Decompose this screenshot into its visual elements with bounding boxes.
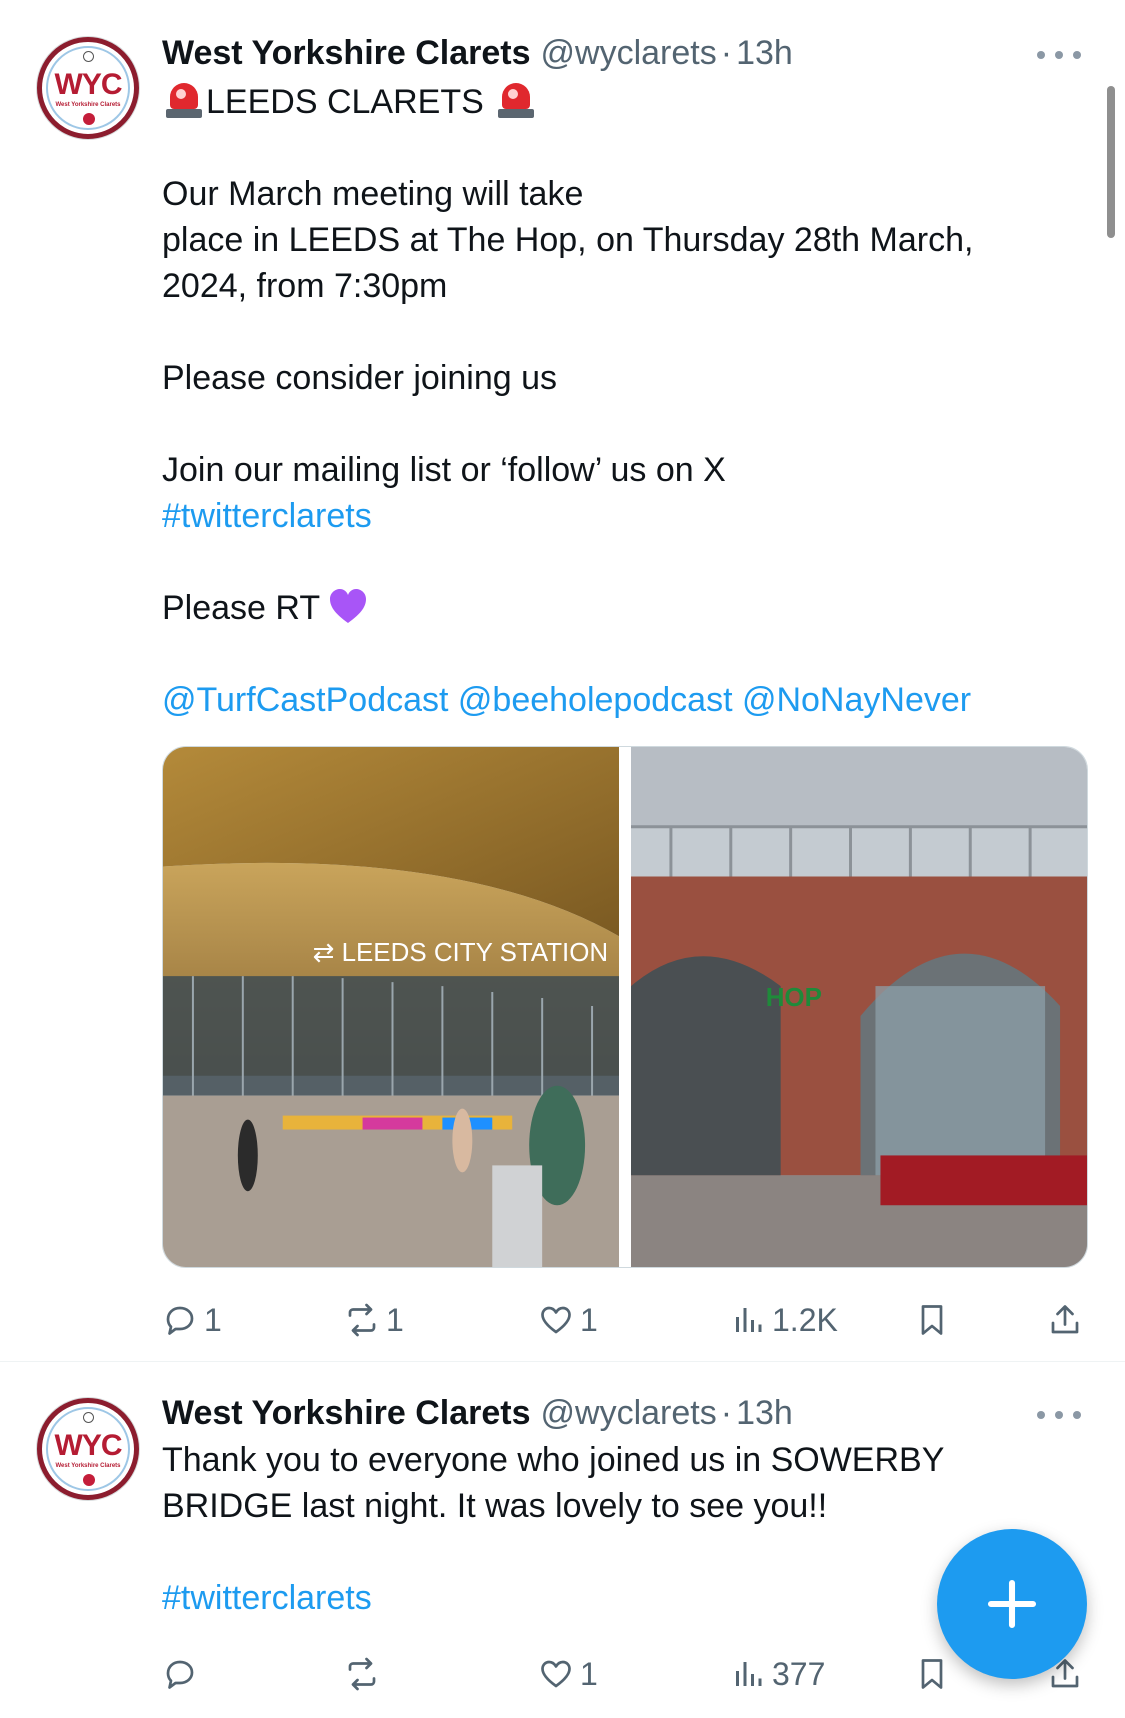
- heart-icon: [541, 1306, 571, 1334]
- text-line: Please consider joining us: [162, 359, 558, 397]
- author-handle[interactable]: @wyclarets: [541, 1394, 717, 1432]
- separator: ·: [720, 34, 733, 72]
- scrollbar[interactable]: [1107, 86, 1115, 238]
- reply-button[interactable]: 1: [162, 1295, 222, 1345]
- text-line: Please RT: [162, 585, 1062, 631]
- avatar-logo-subtext: West Yorkshire Clarets: [55, 1463, 121, 1469]
- leeds-station-image: ⇄ LEEDS CITY STATION: [163, 747, 619, 1267]
- tweet-header: West Yorkshire Clarets @wyclarets · 13h: [162, 30, 793, 76]
- text-line: Join our mailing list or ‘follow’ us on …: [162, 451, 726, 489]
- tweet-text: LEEDS CLARETS Our March meeting will tak…: [162, 79, 1062, 723]
- text-line: Our March meeting will take: [162, 175, 584, 213]
- author-name[interactable]: West Yorkshire Clarets: [162, 1394, 531, 1432]
- bookmark-button[interactable]: [914, 1649, 956, 1699]
- repost-icon: [348, 1657, 376, 1691]
- rose-emblem-icon: [83, 1412, 94, 1423]
- more-options-button[interactable]: [1037, 1408, 1081, 1422]
- more-icon: [1073, 51, 1081, 59]
- timestamp[interactable]: 13h: [736, 1394, 793, 1432]
- red-rose-icon: [83, 113, 95, 125]
- hashtag-link[interactable]: #twitterclarets: [162, 1575, 1062, 1621]
- heart-icon: [541, 1660, 571, 1688]
- rose-emblem-icon: [83, 51, 94, 62]
- reply-button[interactable]: [162, 1649, 204, 1699]
- text-line: BRIDGE last night. It was lovely to see …: [162, 1487, 828, 1525]
- tweet-header: West Yorkshire Clarets @wyclarets · 13h: [162, 1390, 793, 1436]
- avatar[interactable]: WYC West Yorkshire Clarets: [37, 37, 139, 139]
- views-count: 377: [772, 1655, 826, 1692]
- text-line: LEEDS CLARETS: [162, 79, 1062, 125]
- avatar[interactable]: WYC West Yorkshire Clarets: [37, 1398, 139, 1500]
- tweet-headline: LEEDS CLARETS: [206, 83, 484, 121]
- views-icon: [736, 1308, 762, 1332]
- like-count: 1: [580, 1301, 598, 1338]
- like-button[interactable]: 1: [538, 1295, 598, 1345]
- tweet[interactable]: WYC West Yorkshire Clarets West Yorkshir…: [0, 0, 1125, 1362]
- repost-button[interactable]: 1: [344, 1295, 404, 1345]
- text-line: Thank you to everyone who joined us in S…: [162, 1441, 945, 1479]
- avatar-logo-subtext: West Yorkshire Clarets: [55, 102, 121, 108]
- timestamp[interactable]: 13h: [736, 34, 793, 72]
- purple-heart-emoji-icon: [330, 589, 367, 623]
- more-icon: [1055, 51, 1063, 59]
- author-name[interactable]: West Yorkshire Clarets: [162, 34, 531, 72]
- views-button[interactable]: 377: [730, 1649, 825, 1699]
- more-options-button[interactable]: [1037, 48, 1081, 62]
- views-button[interactable]: 1.2K: [730, 1295, 838, 1345]
- station-sign: ⇄ LEEDS CITY STATION: [313, 939, 608, 967]
- author-handle[interactable]: @wyclarets: [541, 34, 717, 72]
- bookmark-icon: [921, 1659, 943, 1689]
- siren-emoji-icon: [166, 81, 202, 119]
- reply-count: 1: [204, 1301, 222, 1338]
- like-count: 1: [580, 1655, 598, 1692]
- repost-button[interactable]: [344, 1649, 386, 1699]
- more-icon: [1037, 1411, 1045, 1419]
- timeline: WYC West Yorkshire Clarets West Yorkshir…: [0, 0, 1125, 1718]
- hashtag-link[interactable]: #twitterclarets: [162, 493, 1062, 539]
- repost-count: 1: [386, 1301, 404, 1338]
- siren-emoji-icon: [497, 81, 534, 119]
- more-icon: [1055, 1411, 1063, 1419]
- avatar-logo-text: WYC: [54, 1429, 123, 1462]
- compose-button[interactable]: [937, 1529, 1087, 1679]
- repost-icon: [348, 1303, 376, 1337]
- text-line: 2024, from 7:30pm: [162, 267, 448, 305]
- avatar-logo-text: WYC: [54, 68, 123, 101]
- mention-links[interactable]: @TurfCastPodcast @beeholepodcast @NoNayN…: [162, 677, 1062, 723]
- views-count: 1.2K: [772, 1301, 838, 1338]
- bookmark-icon: [921, 1305, 943, 1335]
- tweet[interactable]: WYC West Yorkshire Clarets West Yorkshir…: [0, 1363, 1125, 1718]
- media-grid[interactable]: ⇄ LEEDS CITY STATION HOP: [162, 746, 1088, 1268]
- more-icon: [1073, 1411, 1081, 1419]
- plus-icon: [987, 1579, 1037, 1629]
- tweet-text: Thank you to everyone who joined us in S…: [162, 1437, 1062, 1621]
- reply-icon: [166, 1660, 194, 1689]
- bookmark-button[interactable]: [914, 1295, 956, 1345]
- like-button[interactable]: 1: [538, 1649, 598, 1699]
- share-button[interactable]: [1047, 1295, 1089, 1345]
- share-icon: [1051, 1305, 1079, 1334]
- tweet-actions: 1 377: [162, 1649, 1092, 1699]
- views-icon: [736, 1662, 762, 1686]
- red-rose-icon: [83, 1474, 95, 1486]
- more-icon: [1037, 51, 1045, 59]
- text-line: place in LEEDS at The Hop, on Thursday 2…: [162, 221, 974, 259]
- reply-icon: [166, 1306, 194, 1335]
- the-hop-image: HOP: [631, 747, 1087, 1267]
- rt-request: Please RT: [162, 589, 321, 627]
- the-hop-photo[interactable]: HOP: [631, 747, 1087, 1267]
- leeds-station-photo[interactable]: ⇄ LEEDS CITY STATION: [163, 747, 619, 1267]
- tweet-actions: 1 1 1 1.2K: [162, 1295, 1092, 1345]
- separator: ·: [720, 1394, 733, 1432]
- hop-sign: HOP: [766, 984, 822, 1012]
